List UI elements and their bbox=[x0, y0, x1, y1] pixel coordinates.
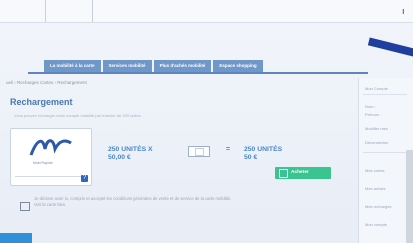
top-bar-divider bbox=[92, 0, 93, 22]
breadcrumb[interactable]: ueil › Recharges Cartes › Rechargement bbox=[6, 80, 87, 85]
sidebar-item-compte[interactable]: Mon compte bbox=[365, 222, 387, 227]
tab-espace-shopping[interactable]: Espace shopping bbox=[213, 60, 263, 72]
screen-edge bbox=[406, 150, 413, 243]
sidebar-heading: Mon Compte bbox=[365, 86, 388, 91]
sidebar-item-achats[interactable]: Mes achats bbox=[365, 186, 385, 191]
sidebar-divider bbox=[363, 94, 407, 95]
taskbar-corner bbox=[0, 233, 32, 243]
help-icon[interactable]: ? bbox=[81, 175, 88, 182]
offer-right-price: 50 € bbox=[244, 154, 258, 161]
sidebar-item-cartes[interactable]: Mes cartes bbox=[365, 168, 385, 173]
page: ı La mobilité à la carte Services mobili… bbox=[0, 0, 413, 243]
top-bar bbox=[0, 0, 413, 23]
terms-checkbox[interactable] bbox=[20, 202, 30, 211]
mobility-card: Mobi Rapide ? bbox=[10, 128, 92, 186]
sidebar-item-nom: Nom : bbox=[365, 104, 376, 109]
tab-mobilite-carte[interactable]: La mobilité à la carte bbox=[44, 60, 101, 72]
card-divider bbox=[15, 176, 87, 177]
offer-left-price: 50,00 € bbox=[108, 154, 131, 161]
tab-underline bbox=[28, 72, 368, 74]
buy-button-label: Acheter bbox=[291, 170, 309, 175]
sidebar-item-modifier[interactable]: Modifier mes bbox=[365, 126, 388, 131]
buy-button[interactable]: Acheter bbox=[275, 167, 331, 179]
sidebar-item-deconnexion[interactable]: Déconnexion bbox=[365, 140, 388, 145]
sidebar-divider bbox=[363, 152, 407, 153]
cursor-icon: ı bbox=[402, 6, 405, 16]
quantity-input[interactable] bbox=[188, 146, 210, 157]
offer-right-units: 250 UNITÉS bbox=[244, 146, 283, 153]
top-bar-divider bbox=[45, 0, 46, 22]
card-brand: Mobi Rapide bbox=[33, 161, 53, 165]
quantity-field[interactable] bbox=[195, 148, 204, 156]
offer-total: 250 UNITÉS 50 € bbox=[244, 146, 282, 162]
brand-swoosh-decoration bbox=[367, 37, 413, 59]
page-subtitle: Vous pouvez recharger votre compte mobil… bbox=[14, 113, 141, 118]
card-logo-icon bbox=[29, 139, 72, 156]
page-title: Rechargement bbox=[10, 97, 73, 107]
account-sidebar: Mon Compte Nom : Prénom : Modifier mes D… bbox=[358, 78, 413, 243]
offer-left-units: 250 UNITÉS X bbox=[108, 146, 153, 153]
sidebar-item-recharges[interactable]: Mes recharges bbox=[365, 204, 391, 209]
tab-services-mobilite[interactable]: Services mobilité bbox=[102, 60, 152, 72]
offer-unit-price: 250 UNITÉS X 50,00 € bbox=[108, 146, 153, 162]
cart-icon bbox=[279, 169, 288, 178]
equals-sign: = bbox=[226, 146, 231, 153]
nav-tabs: La mobilité à la carte Services mobilité… bbox=[44, 60, 263, 72]
tab-plus-achats[interactable]: Plus d'achés mobilité bbox=[153, 60, 212, 72]
sidebar-item-prenom: Prénom : bbox=[365, 112, 382, 117]
terms-notice: Je déclare avoir lu, compris et accepté … bbox=[34, 196, 232, 207]
